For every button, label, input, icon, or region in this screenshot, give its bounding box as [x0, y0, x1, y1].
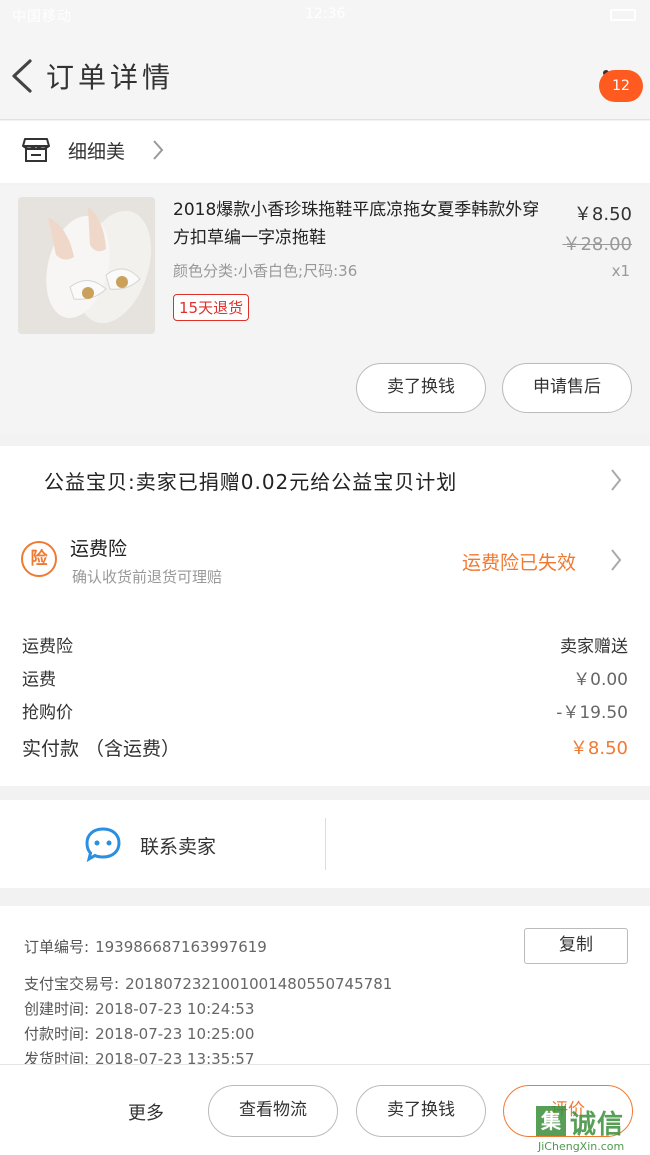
alipay-number-row: 支付宝交易号: 2018072321001001480550745781	[24, 973, 392, 994]
alipay-number: 2018072321001001480550745781	[125, 975, 393, 993]
info-label: 支付宝交易号:	[24, 975, 120, 993]
back-icon[interactable]	[8, 58, 38, 94]
created-time: 2018-07-23 10:24:53	[95, 1000, 255, 1018]
product-price: ￥8.50	[573, 204, 632, 225]
created-time-row: 创建时间: 2018-07-23 10:24:53	[24, 998, 254, 1019]
store-row[interactable]: 细细美	[0, 121, 650, 183]
paid-time: 2018-07-23 10:25:00	[95, 1025, 255, 1043]
watermark: 集 诚信 JiChengXin.com	[532, 1100, 650, 1155]
info-label: 创建时间:	[24, 1000, 90, 1018]
paid-time-row: 付款时间: 2018-07-23 10:25:00	[24, 1023, 254, 1044]
copy-button[interactable]: 复制	[524, 928, 628, 964]
message-badge[interactable]: 12	[599, 70, 643, 102]
carrier-label: 中国移动	[12, 9, 72, 25]
battery-icon	[610, 9, 636, 21]
fee-label: 抢购价	[22, 703, 73, 723]
product-card[interactable]: 2018爆款小香珍珠拖鞋平底凉拖女夏季韩款外穿方扣草编一字凉拖鞋 颜色分类:小香…	[0, 186, 650, 434]
info-label: 订单编号:	[24, 938, 90, 956]
clock: 12:36	[305, 6, 346, 22]
fee-value: ￥0.00	[573, 670, 628, 690]
nav-header: 订单详情 12	[0, 32, 650, 120]
order-info: 订单编号: 193986687163997619 复制 支付宝交易号: 201807…	[0, 906, 650, 1066]
return-policy-tag: 15天退货	[173, 294, 250, 321]
insurance-status: 运费险已失效	[462, 552, 577, 574]
watermark-logo: 集	[536, 1106, 566, 1136]
product-quantity: x1	[611, 262, 630, 280]
charity-row[interactable]: 公益宝贝:卖家已捐赠0.02元给公益宝贝计划	[0, 446, 650, 514]
fee-value: -￥19.50	[556, 703, 628, 723]
resell-button[interactable]: 卖了换钱	[356, 1085, 486, 1137]
chevron-right-icon	[153, 140, 164, 160]
view-logistics-button[interactable]: 查看物流	[208, 1085, 338, 1137]
fee-row-total: 实付款 （含运费） ￥8.50	[22, 734, 628, 761]
watermark-text: 诚信	[570, 1110, 625, 1140]
store-name: 细细美	[68, 141, 126, 163]
contact-seller-button[interactable]: 联系卖家	[0, 800, 325, 888]
page-title: 订单详情	[46, 61, 175, 94]
status-bar: 中国移动 12:36	[0, 0, 650, 32]
fee-label: 运费险	[22, 637, 73, 657]
product-attributes: 颜色分类:小香白色;尺码:36	[173, 262, 358, 280]
total-paid: ￥8.50	[569, 738, 628, 759]
info-label: 付款时间:	[24, 1025, 90, 1043]
contact-seller-label: 联系卖家	[140, 836, 217, 858]
after-sale-button[interactable]: 申请售后	[502, 363, 632, 413]
product-name[interactable]: 2018爆款小香珍珠拖鞋平底凉拖女夏季韩款外穿方扣草编一字凉拖鞋	[173, 196, 553, 252]
more-button[interactable]: 更多	[128, 1099, 164, 1125]
fee-value: 卖家赠送	[560, 637, 628, 657]
resell-button[interactable]: 卖了换钱	[356, 363, 486, 413]
shipping-insurance-row[interactable]: 险 运费险 确认收货前退货可理赔 运费险已失效	[0, 514, 650, 600]
contact-section: 联系卖家	[0, 800, 650, 888]
order-number: 193986687163997619	[95, 938, 267, 956]
watermark-url: JiChengXin.com	[538, 1140, 625, 1153]
divider	[325, 818, 326, 870]
original-price: ￥28.00	[562, 234, 632, 255]
charity-text: 公益宝贝:卖家已捐赠0.02元给公益宝贝计划	[44, 470, 458, 494]
insurance-subtitle: 确认收货前退货可理赔	[72, 568, 223, 586]
insurance-icon: 险	[21, 541, 57, 577]
chevron-right-icon	[611, 549, 622, 571]
fee-label: 运费	[22, 670, 56, 690]
fee-row-shipping: 运费 ￥0.00	[22, 665, 628, 690]
chat-icon	[85, 827, 121, 862]
insurance-title: 运费险	[70, 538, 128, 560]
fee-row-flash-price: 抢购价 -￥19.50	[22, 698, 628, 723]
product-image[interactable]	[18, 197, 155, 334]
chevron-right-icon	[611, 469, 622, 491]
store-icon	[22, 138, 50, 162]
fee-label: 实付款 （含运费）	[22, 738, 181, 760]
fee-row-insurance: 运费险 卖家赠送	[22, 632, 628, 657]
fee-summary: 运费险 卖家赠送 运费 ￥0.00 抢购价 -￥19.50 实付款 （含运费） …	[0, 600, 650, 786]
order-number-row: 订单编号: 193986687163997619	[24, 936, 267, 957]
